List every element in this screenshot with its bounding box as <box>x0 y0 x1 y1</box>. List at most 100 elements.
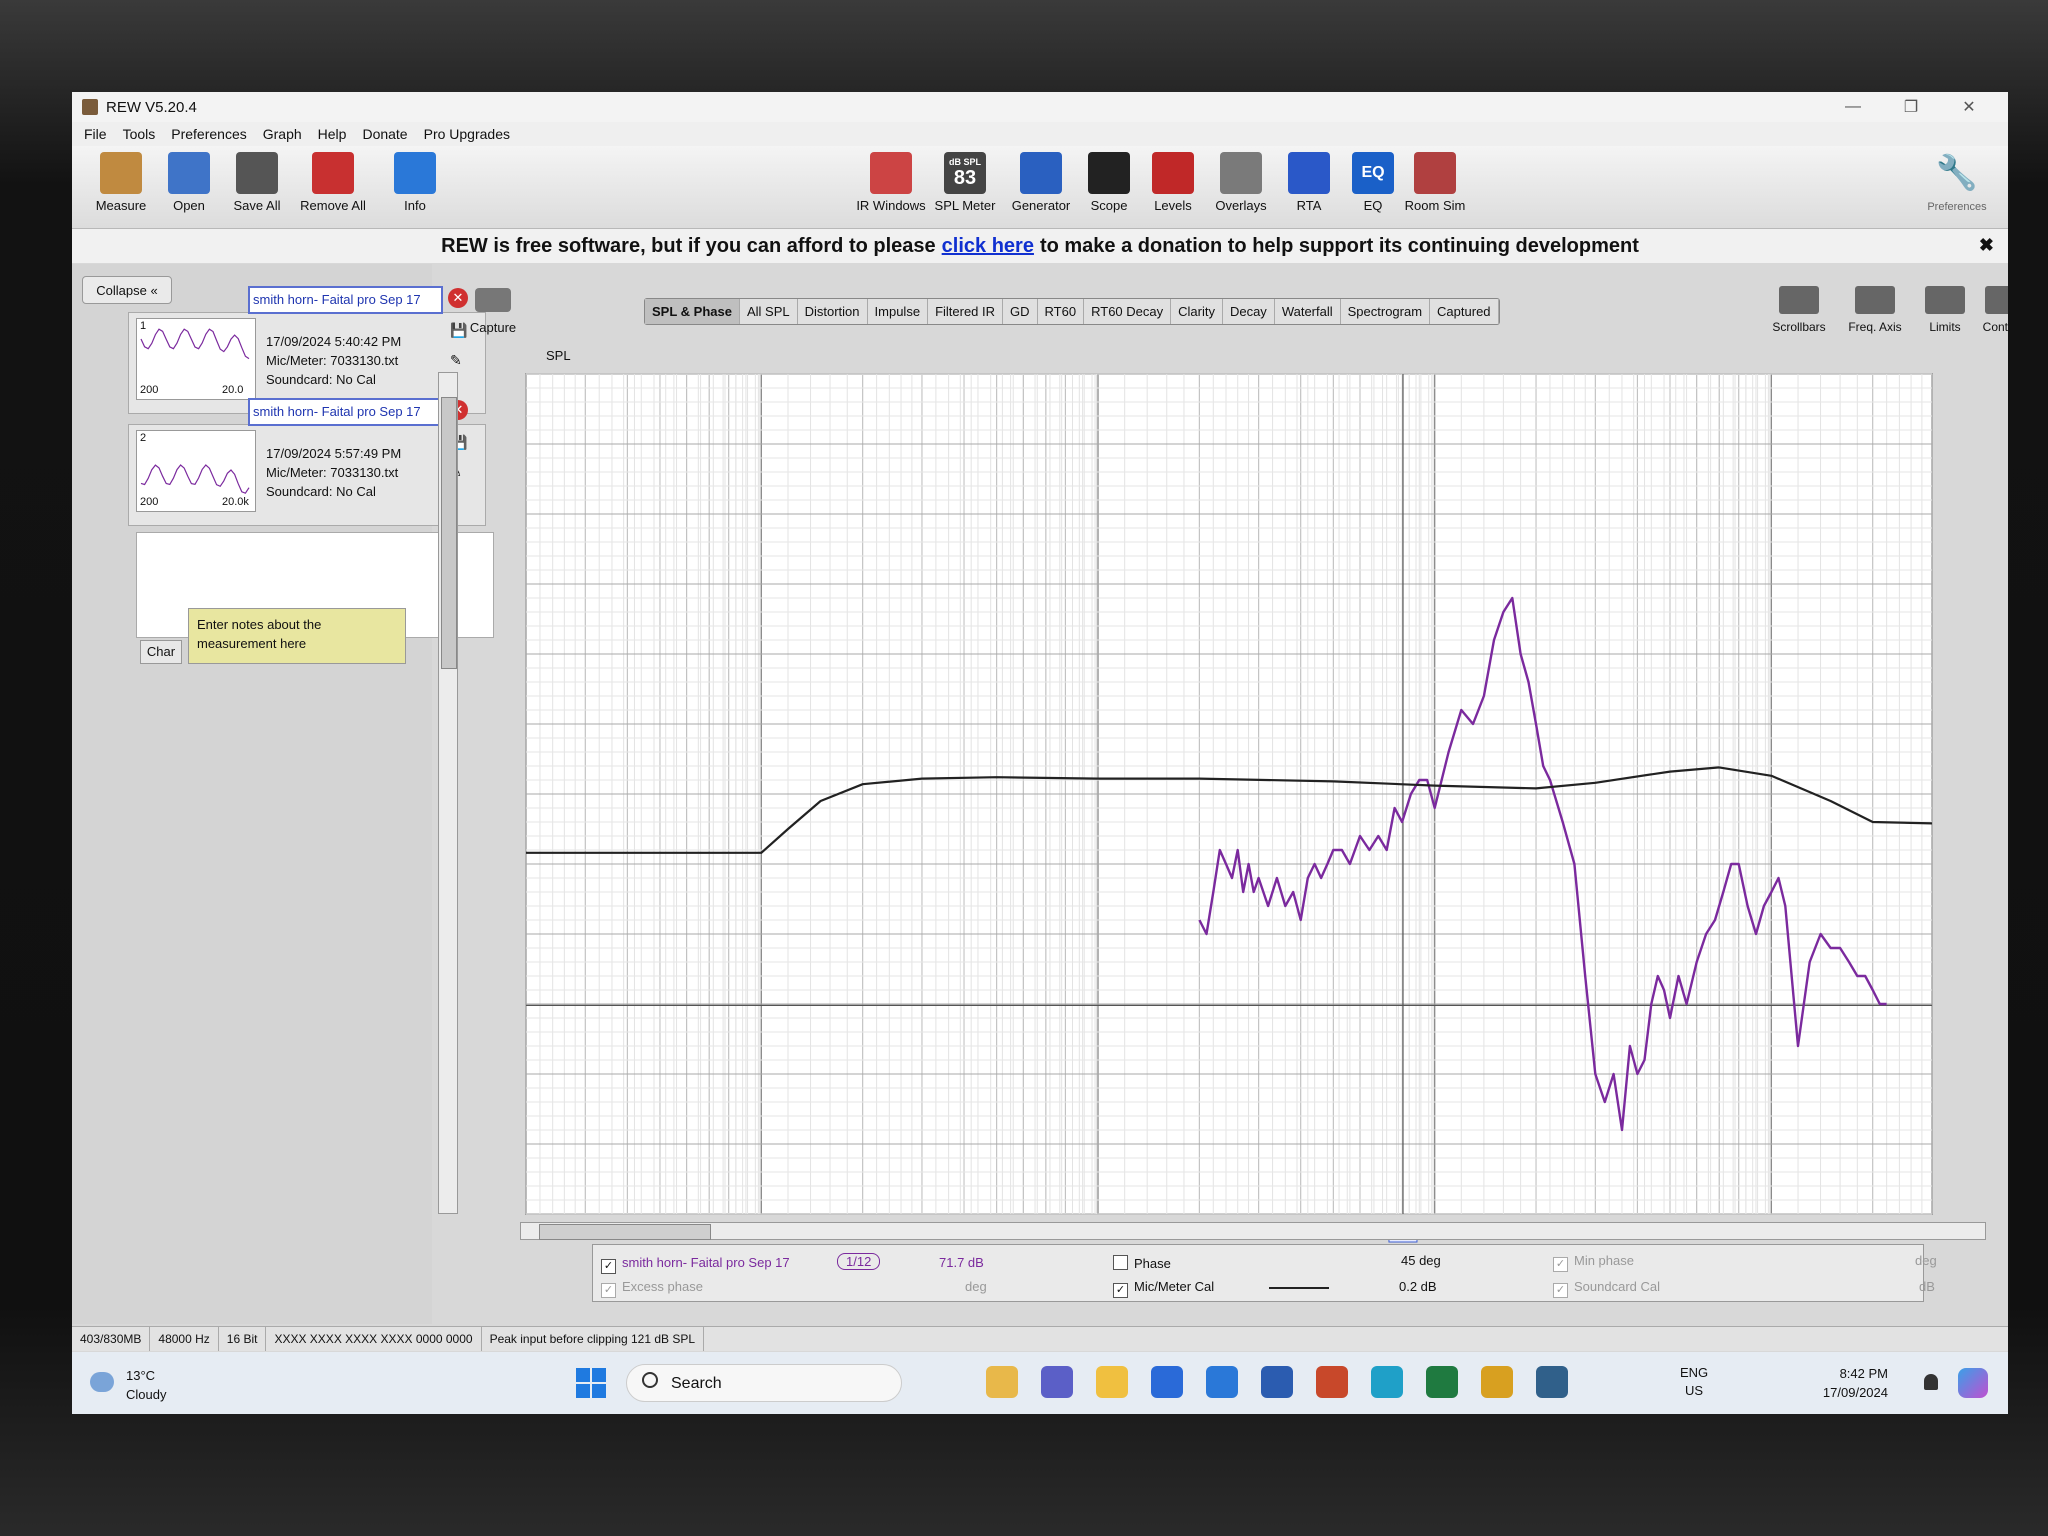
remove-all-button[interactable]: Remove All <box>296 152 370 213</box>
donate-banner: REW is free software, but if you can aff… <box>72 229 2008 263</box>
excess-phase-unit: deg <box>965 1279 987 1294</box>
tab-spl-phase[interactable]: SPL & Phase <box>645 299 740 324</box>
excess-phase-checkbox[interactable]: ✓ Excess phase <box>601 1279 703 1298</box>
mic-cal-checkbox[interactable]: ✓ Mic/Meter Cal <box>1113 1279 1214 1298</box>
measurement-item[interactable]: smith horn- Faital pro Sep 17 ✕ 2 200 20.0k 1… <box>128 390 488 526</box>
screen: REW V5.20.4 — ❐ ✕ File Tools Preferences… <box>72 92 2008 1414</box>
menu-tools[interactable]: Tools <box>123 126 156 142</box>
chrome-icon[interactable] <box>1481 1366 1513 1398</box>
generator-button[interactable]: Generator <box>1004 152 1078 213</box>
legend-meas-checkbox[interactable]: ✓ smith horn- Faital pro Sep 17 <box>601 1255 790 1274</box>
measurement-item[interactable]: smith horn- Faital pro Sep 17 ✕ 1 200 20.0 17… <box>128 278 488 414</box>
edit-icon[interactable]: ✎ <box>450 352 468 370</box>
rta-button[interactable]: RTA <box>1272 152 1346 213</box>
start-icon[interactable] <box>576 1368 606 1398</box>
tab-distortion[interactable]: Distortion <box>798 299 868 324</box>
soundcard-cal-checkbox[interactable]: ✓ Soundcard Cal <box>1553 1279 1660 1298</box>
capture-button[interactable]: Capture <box>458 288 528 335</box>
open-button[interactable]: Open <box>152 152 226 213</box>
teams-icon[interactable] <box>1041 1366 1073 1398</box>
powerpoint-icon[interactable] <box>1316 1366 1348 1398</box>
scrollbars-button[interactable]: Scrollbars <box>1760 286 1838 334</box>
min-phase-checkbox[interactable]: ✓ Min phase <box>1553 1253 1634 1272</box>
maximize-button[interactable]: ❐ <box>1882 92 1940 122</box>
save-all-button[interactable]: Save All <box>220 152 294 213</box>
scrollbars-icon <box>1779 286 1819 314</box>
phase-checkbox[interactable]: Phase <box>1113 1255 1171 1271</box>
room-sim-button[interactable]: Room Sim <box>1398 152 1472 213</box>
measurement-name-field[interactable]: smith horn- Faital pro Sep 17 <box>248 286 443 314</box>
folder-icon[interactable] <box>1096 1366 1128 1398</box>
menu-donate[interactable]: Donate <box>362 126 407 142</box>
menu-pro-upgrades[interactable]: Pro Upgrades <box>424 126 510 142</box>
donate-link[interactable]: click here <box>942 235 1034 258</box>
ir-windows-button[interactable]: IR Windows <box>854 152 928 213</box>
measurement-mic: Mic/Meter: 7033130.txt <box>266 465 399 480</box>
weather-widget[interactable]: 13°C Cloudy <box>126 1366 166 1404</box>
mail-icon[interactable] <box>1206 1366 1238 1398</box>
smoothing-badge[interactable]: 1/12 <box>837 1253 881 1270</box>
levels-icon <box>1152 152 1194 194</box>
eq-icon: EQ <box>1352 152 1394 194</box>
controls-icon <box>1985 286 2008 314</box>
menu-bar: File Tools Preferences Graph Help Donate… <box>72 122 2008 146</box>
remove-icon <box>312 152 354 194</box>
excel-icon[interactable] <box>1426 1366 1458 1398</box>
menu-file[interactable]: File <box>84 126 107 142</box>
measurement-mic: Mic/Meter: 7033130.txt <box>266 353 399 368</box>
minimize-button[interactable]: — <box>1824 92 1882 122</box>
spl-meter-button[interactable]: dB SPL 83 SPL Meter <box>928 152 1002 213</box>
tab-spectrogram[interactable]: Spectrogram <box>1341 299 1431 324</box>
notification-icon[interactable] <box>1924 1374 1938 1390</box>
measure-button[interactable]: Measure <box>84 152 158 213</box>
close-banner-icon[interactable]: ✖ <box>1979 235 1994 256</box>
thumbnail-axis-lo: 200 <box>140 496 159 508</box>
language-indicator[interactable]: ENG US <box>1680 1364 1708 1400</box>
rew-icon[interactable] <box>1536 1366 1568 1398</box>
room-sim-icon <box>1414 152 1456 194</box>
horizontal-scrollbar[interactable] <box>520 1222 1986 1240</box>
info-icon <box>394 152 436 194</box>
edge-icon[interactable] <box>1371 1366 1403 1398</box>
overlays-button[interactable]: Overlays <box>1204 152 1278 213</box>
spl-meter-icon: dB SPL 83 <box>944 152 986 194</box>
tab-all-spl[interactable]: All SPL <box>740 299 798 324</box>
close-button[interactable]: ✕ <box>1940 92 1998 122</box>
store-icon[interactable] <box>1151 1366 1183 1398</box>
file-explorer-icon[interactable] <box>986 1366 1018 1398</box>
scope-button[interactable]: Scope <box>1072 152 1146 213</box>
controls-button[interactable]: Controls <box>1966 286 2008 334</box>
tab-impulse[interactable]: Impulse <box>868 299 929 324</box>
freq-axis-button[interactable]: Freq. Axis <box>1836 286 1914 334</box>
tab-gd[interactable]: GD <box>1003 299 1038 324</box>
menu-help[interactable]: Help <box>318 126 347 142</box>
tab-decay[interactable]: Decay <box>1223 299 1275 324</box>
word-icon[interactable] <box>1261 1366 1293 1398</box>
spl-graph[interactable]: 2345678102030405060708010020030040050060… <box>508 364 2008 1304</box>
info-button[interactable]: Info <box>378 152 452 213</box>
tab-captured[interactable]: Captured <box>1430 299 1499 324</box>
donate-text-2: to make a donation to help support its c… <box>1039 234 1639 257</box>
taskbar-search[interactable]: Search <box>626 1364 902 1402</box>
wrench-icon: 🔧 <box>1935 154 1979 192</box>
levels-button[interactable]: Levels <box>1136 152 1210 213</box>
copilot-icon[interactable] <box>1958 1368 1988 1398</box>
menu-graph[interactable]: Graph <box>263 126 302 142</box>
generator-icon <box>1020 152 1062 194</box>
measurement-soundcard: Soundcard: No Cal <box>266 484 376 499</box>
vertical-scrollbar[interactable] <box>438 372 458 1214</box>
chart-button[interactable]: Char <box>140 640 182 664</box>
memory-status: 403/830MB <box>72 1327 151 1351</box>
taskbar: 13°C Cloudy Search ENG US 8:42 PM 17/09/202… <box>72 1352 2008 1414</box>
phase-value: 45 deg <box>1401 1253 1441 1268</box>
scope-icon <box>1088 152 1130 194</box>
tab-rt60-decay[interactable]: RT60 Decay <box>1084 299 1172 324</box>
measurement-name-field[interactable]: smith horn- Faital pro Sep 17 <box>248 398 443 426</box>
menu-preferences[interactable]: Preferences <box>171 126 246 142</box>
preferences-button[interactable]: 🔧 Preferences <box>1920 152 1994 213</box>
tab-rt60[interactable]: RT60 <box>1038 299 1085 324</box>
tab-waterfall[interactable]: Waterfall <box>1275 299 1341 324</box>
clock[interactable]: 8:42 PM 17/09/2024 <box>1823 1364 1888 1402</box>
tab-clarity[interactable]: Clarity <box>1171 299 1223 324</box>
tab-filtered-ir[interactable]: Filtered IR <box>928 299 1004 324</box>
